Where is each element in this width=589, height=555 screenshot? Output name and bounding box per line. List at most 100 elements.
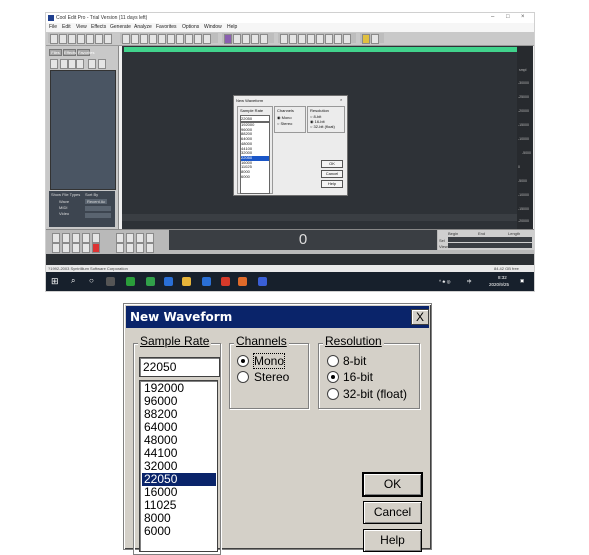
toolbar-button[interactable]: [176, 34, 184, 44]
menu-help[interactable]: Help: [227, 24, 237, 30]
zoom-button[interactable]: [126, 233, 134, 243]
edge-icon[interactable]: [164, 277, 173, 286]
mono-radio[interactable]: [237, 355, 249, 367]
wechat-icon[interactable]: [126, 277, 135, 286]
minimize-icon[interactable]: –: [491, 14, 494, 20]
list-item[interactable]: 6000: [241, 174, 269, 180]
menu-effects[interactable]: Effects: [91, 24, 106, 30]
toolbar-button[interactable]: [260, 34, 268, 44]
organizer-button[interactable]: [85, 213, 111, 218]
close-button[interactable]: X: [411, 309, 429, 325]
toolbar-button[interactable]: [50, 34, 58, 44]
open-file-button[interactable]: [50, 59, 58, 69]
file-list[interactable]: [50, 70, 116, 190]
toolbar-button[interactable]: [280, 34, 288, 44]
toolbar-button[interactable]: [362, 34, 370, 44]
tab-effects[interactable]: Effects: [63, 49, 76, 56]
small-help-button[interactable]: Help: [321, 180, 343, 188]
small-32bit-radio[interactable]: ○ 32-bit (float): [310, 124, 335, 129]
sel-values[interactable]: [448, 237, 532, 242]
tab-favorites[interactable]: Favorites: [77, 49, 94, 56]
32bit-float-label[interactable]: 32-bit (float): [343, 387, 407, 401]
small-mono-radio[interactable]: ◉ Mono: [277, 115, 292, 120]
menu-generate[interactable]: Generate: [110, 24, 131, 30]
input-language[interactable]: 中: [467, 279, 472, 285]
browser-icon[interactable]: [146, 277, 155, 286]
toolbar-button[interactable]: [104, 34, 112, 44]
toolbar-button[interactable]: [298, 34, 306, 44]
stereo-label[interactable]: Stereo: [254, 370, 289, 384]
rewind-button[interactable]: [62, 243, 70, 253]
overview-bar[interactable]: [124, 47, 517, 52]
toolbar-button[interactable]: [122, 34, 130, 44]
toolbar-button[interactable]: [185, 34, 193, 44]
menu-options[interactable]: Options: [182, 24, 199, 30]
small-close-icon[interactable]: ×: [340, 97, 342, 102]
organizer-button[interactable]: [68, 59, 76, 69]
stop-button[interactable]: [52, 233, 60, 243]
toolbar-button[interactable]: [371, 34, 379, 44]
go-to-start-button[interactable]: [52, 243, 60, 253]
stereo-radio[interactable]: [237, 371, 249, 383]
16bit-label[interactable]: 16-bit: [343, 370, 373, 384]
organizer-button[interactable]: [88, 59, 96, 69]
view-values[interactable]: [448, 243, 532, 248]
file-type-midi[interactable]: MIDI: [59, 205, 67, 210]
start-icon[interactable]: ⊞: [51, 276, 59, 287]
toolbar-button[interactable]: [131, 34, 139, 44]
toolbar-button[interactable]: [194, 34, 202, 44]
fast-forward-button[interactable]: [72, 243, 80, 253]
small-sample-rate-list[interactable]: 192000 96000 88200 64000 48000 44100 320…: [240, 122, 270, 194]
zoom-button[interactable]: [136, 243, 144, 253]
organizer-button[interactable]: [98, 59, 106, 69]
organizer-button[interactable]: [85, 206, 111, 211]
cool-edit-taskbar-icon[interactable]: [258, 277, 267, 286]
small-ok-button[interactable]: OK: [321, 160, 343, 168]
toolbar-button[interactable]: [307, 34, 315, 44]
organizer-button[interactable]: [76, 59, 84, 69]
maximize-icon[interactable]: □: [506, 14, 510, 20]
toolbar-button[interactable]: [242, 34, 250, 44]
toolbar-button[interactable]: [233, 34, 241, 44]
sample-rate-list[interactable]: 192000 96000 88200 64000 48000 44100 320…: [139, 380, 218, 552]
record-button[interactable]: [92, 243, 100, 253]
8bit-radio[interactable]: [327, 355, 339, 367]
toolbar-button[interactable]: [68, 34, 76, 44]
toolbar-button[interactable]: [95, 34, 103, 44]
toolbar-button[interactable]: [203, 34, 211, 44]
list-item[interactable]: 6000: [142, 525, 216, 538]
toolbar-button[interactable]: [334, 34, 342, 44]
pause-button[interactable]: [72, 233, 80, 243]
taskbar-app-icon[interactable]: [106, 277, 115, 286]
toolbar-button[interactable]: [167, 34, 175, 44]
toolbar-button[interactable]: [149, 34, 157, 44]
organizer-button[interactable]: [60, 59, 68, 69]
play-to-end-button[interactable]: [82, 233, 90, 243]
tab-files[interactable]: Files: [49, 49, 62, 56]
file-type-wave[interactable]: Wave: [59, 199, 69, 204]
toolbar-button[interactable]: [251, 34, 259, 44]
store-icon[interactable]: [202, 277, 211, 286]
help-button[interactable]: Help: [363, 529, 422, 552]
menu-file[interactable]: File: [49, 24, 57, 30]
toolbar-button[interactable]: [224, 34, 232, 44]
zoom-button[interactable]: [136, 233, 144, 243]
toolbar-button[interactable]: [343, 34, 351, 44]
menu-view[interactable]: View: [76, 24, 87, 30]
zoom-button[interactable]: [116, 243, 124, 253]
menu-window[interactable]: Window: [204, 24, 222, 30]
close-icon[interactable]: ×: [521, 14, 525, 20]
toolbar-button[interactable]: [316, 34, 324, 44]
toolbar-button[interactable]: [77, 34, 85, 44]
taskbar-app-icon[interactable]: [238, 277, 247, 286]
small-cancel-button[interactable]: Cancel: [321, 170, 343, 178]
taskbar-app-icon[interactable]: [221, 277, 230, 286]
toolbar-button[interactable]: [59, 34, 67, 44]
zoom-button[interactable]: [116, 233, 124, 243]
16bit-radio[interactable]: [327, 371, 339, 383]
file-explorer-icon[interactable]: [182, 277, 191, 286]
toolbar-button[interactable]: [289, 34, 297, 44]
zoom-button[interactable]: [146, 243, 154, 253]
tray-icons[interactable]: ^ ♣ ◎: [439, 279, 451, 285]
small-stereo-radio[interactable]: ○ Stereo: [277, 121, 292, 126]
